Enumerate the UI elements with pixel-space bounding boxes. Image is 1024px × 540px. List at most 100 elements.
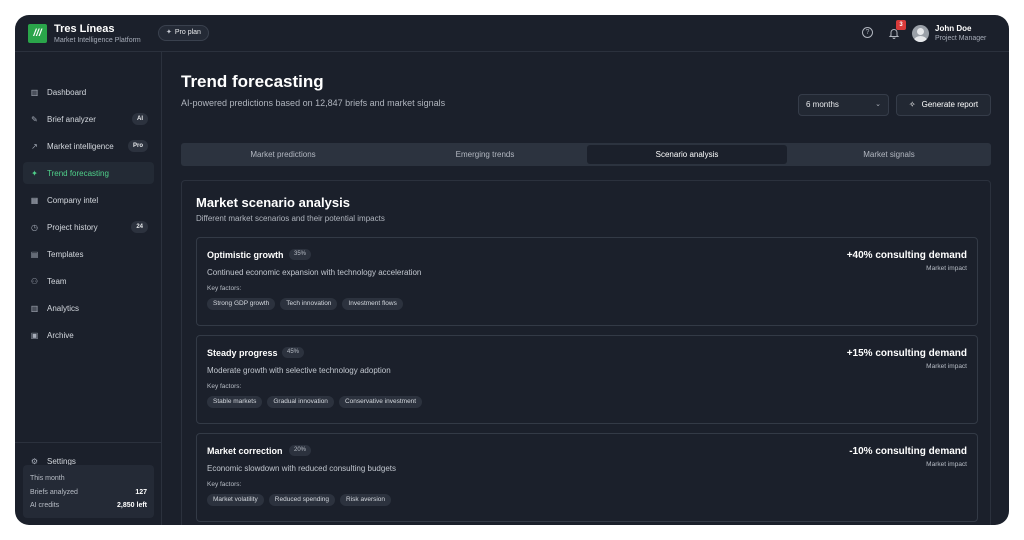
sidebar-item-company-intel[interactable]: ▦ Company intel — [23, 189, 154, 211]
app-logo[interactable]: /// — [28, 24, 47, 43]
sidebar-item-label: Company intel — [47, 195, 99, 205]
usage-briefs-value: 127 — [135, 489, 147, 496]
impact-value: -10% consulting demand — [849, 446, 967, 457]
notification-count-badge: 3 — [896, 20, 906, 30]
sidebar-item-badge: AI — [132, 113, 148, 125]
sidebar-item-label: Archive — [47, 330, 74, 340]
factor-chip: Conservative investment — [338, 396, 423, 408]
sidebar-divider — [15, 442, 162, 443]
factor-chips: Stable markets Gradual innovation Conserva… — [207, 396, 423, 408]
sidebar-item-project-history[interactable]: ◷ Project history 24 — [23, 216, 154, 238]
probability-badge: 45% — [282, 347, 305, 358]
factor-chip: Tech innovation — [280, 298, 338, 310]
main-content: Trend forecasting AI-powered predictions… — [162, 52, 1009, 525]
sidebar-item-label: Project history — [47, 222, 98, 232]
sidebar-item-label: Dashboard — [47, 87, 87, 97]
usage-title: This month — [30, 475, 65, 482]
scenario-card[interactable]: Steady progress 45% Moderate growth with s… — [196, 335, 978, 424]
sidebar-item-archive[interactable]: ▣ Archive — [23, 324, 154, 346]
app-window: /// Tres Líneas Market Intelligence Plat… — [15, 15, 1009, 525]
sidebar-item-team[interactable]: ⚇ Team — [23, 270, 154, 292]
sparkle-icon: ✦ — [31, 168, 38, 178]
sidebar-item-trend-forecasting[interactable]: ✦ Trend forecasting — [23, 162, 154, 184]
brief-icon: ✎ — [31, 114, 38, 124]
sidebar-item-analytics[interactable]: ▥ Analytics — [23, 297, 154, 319]
user-role: Project Manager — [935, 35, 987, 42]
sidebar-item-market-intelligence[interactable]: ↗ Market intelligence Pro — [23, 135, 154, 157]
tab-emerging-trends[interactable]: Emerging trends — [385, 145, 585, 164]
factor-chip: Gradual innovation — [267, 396, 334, 408]
analytics-icon: ▥ — [30, 303, 39, 313]
usage-credits-label: AI credits — [30, 502, 60, 509]
period-select[interactable]: 6 months ⌄ — [798, 94, 889, 116]
scenario-card[interactable]: Optimistic growth 35% Continued economic e… — [196, 237, 978, 326]
archive-icon: ▣ — [30, 330, 39, 340]
help-icon[interactable]: ? — [862, 27, 873, 38]
building-icon: ▦ — [30, 195, 39, 205]
probability-badge: 35% — [289, 249, 312, 260]
impact-label: Market impact — [926, 461, 967, 468]
plan-label: Pro plan — [174, 29, 201, 36]
factor-chip: Market volatility — [207, 494, 264, 506]
sidebar-item-label: Market intelligence — [47, 141, 114, 151]
factor-chip: Investment flows — [342, 298, 403, 310]
impact-label: Market impact — [926, 265, 967, 272]
page-subtitle: AI-powered predictions based on 12,847 b… — [181, 98, 446, 108]
sidebar-item-label: Trend forecasting — [47, 168, 109, 178]
user-name[interactable]: John Doe — [935, 24, 971, 33]
sidebar-item-label: Templates — [47, 249, 84, 259]
sparkle-icon: ✦ — [166, 29, 172, 36]
factor-chip: Risk aversion — [340, 494, 392, 506]
sidebar-item-badge: 24 — [131, 221, 148, 233]
sidebar-item-label: Brief analyzer — [47, 114, 96, 124]
tab-bar: Market predictions Emerging trends Scenari… — [181, 143, 991, 166]
avatar[interactable] — [912, 25, 929, 42]
generate-report-label: Generate report — [921, 100, 979, 109]
tab-market-signals[interactable]: Market signals — [789, 145, 989, 164]
usage-summary: This month Briefs analyzed 127 AI credit… — [23, 465, 154, 518]
scenario-description: Continued economic expansion with techno… — [207, 268, 422, 277]
sidebar: ▥ Dashboard ✎ Brief analyzer AI ↗ Market intel… — [15, 52, 162, 525]
tab-scenario-analysis[interactable]: Scenario analysis — [587, 145, 787, 164]
usage-briefs-row: Briefs analyzed 127 — [30, 489, 147, 496]
usage-credits-row: AI credits 2,850 left — [30, 502, 147, 509]
probability-badge: 20% — [289, 445, 312, 456]
scenario-description: Economic slowdown with reduced consultin… — [207, 464, 396, 473]
factor-chips: Strong GDP growth Tech innovation Investme… — [207, 298, 403, 310]
app-subtitle: Market Intelligence Platform — [54, 37, 141, 44]
sidebar-item-label: Analytics — [47, 303, 80, 313]
scenario-name: Optimistic growth — [207, 250, 284, 260]
panel-subtitle: Different market scenarios and their pot… — [196, 214, 385, 223]
factor-chips: Market volatility Reduced spending Risk av… — [207, 494, 392, 506]
app-title: Tres Líneas — [54, 23, 115, 35]
tab-market-predictions[interactable]: Market predictions — [183, 145, 383, 164]
sidebar-item-dashboard[interactable]: ▥ Dashboard — [23, 81, 154, 103]
generate-report-button[interactable]: ✧ Generate report — [896, 94, 991, 116]
impact-label: Market impact — [926, 363, 967, 370]
factor-chip: Strong GDP growth — [207, 298, 276, 310]
usage-briefs-label: Briefs analyzed — [30, 489, 78, 496]
panel-title: Market scenario analysis — [196, 195, 350, 210]
scenario-description: Moderate growth with selective technolog… — [207, 366, 391, 375]
bar-chart-icon: ▥ — [30, 87, 39, 97]
sidebar-item-label: Team — [47, 276, 67, 286]
clock-icon: ◷ — [31, 222, 38, 232]
users-icon: ⚇ — [30, 276, 39, 286]
impact-value: +40% consulting demand — [846, 250, 967, 261]
document-icon: ▤ — [30, 249, 39, 259]
factor-chip: Reduced spending — [268, 494, 336, 506]
usage-credits-value: 2,850 left — [117, 502, 147, 509]
page-title: Trend forecasting — [181, 72, 324, 91]
impact-value: +15% consulting demand — [846, 348, 967, 359]
scenario-card[interactable]: Market correction 20% Economic slowdown wi… — [196, 433, 978, 522]
sidebar-item-templates[interactable]: ▤ Templates — [23, 243, 154, 265]
plan-badge[interactable]: ✦ Pro plan — [158, 25, 209, 41]
key-factors-label: Key factors: — [207, 285, 242, 292]
period-value: 6 months — [806, 100, 839, 109]
scenario-panel: Market scenario analysis Different marke… — [181, 180, 991, 525]
chevron-down-icon: ⌄ — [875, 101, 881, 108]
top-bar: /// Tres Líneas Market Intelligence Plat… — [15, 15, 1009, 52]
sidebar-item-brief-analyzer[interactable]: ✎ Brief analyzer AI — [23, 108, 154, 130]
scenario-name: Market correction — [207, 446, 283, 456]
scenario-name: Steady progress — [207, 348, 278, 358]
